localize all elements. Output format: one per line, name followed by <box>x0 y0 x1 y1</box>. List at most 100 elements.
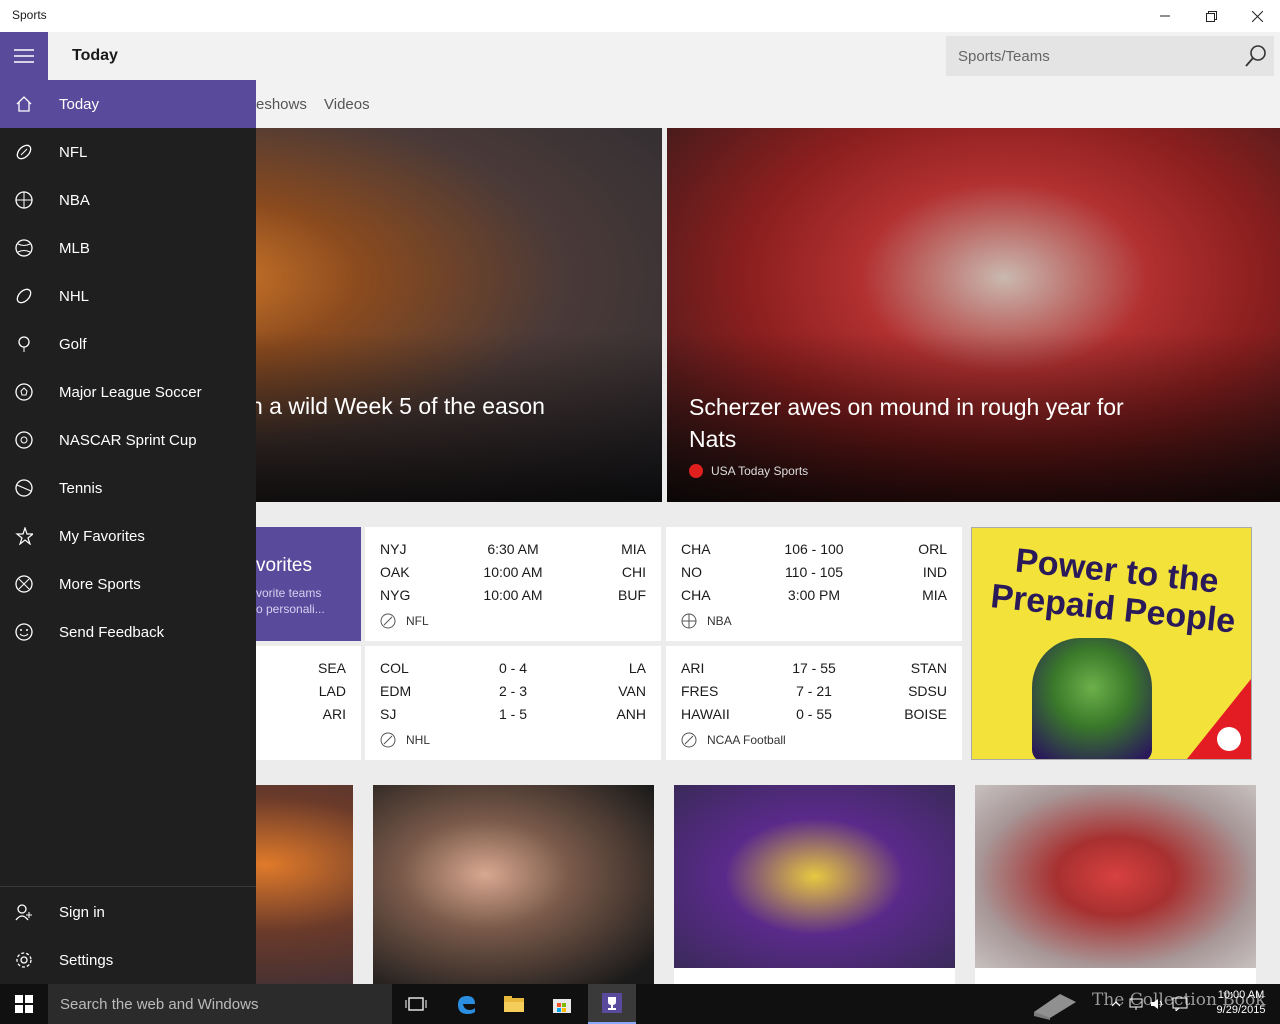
golf-icon <box>14 334 34 354</box>
scores-card-ncaa-football[interactable]: ARI 17 - 55 STAN FRES 7 - 21 SDSU HAWAII 0 - … <box>666 646 962 760</box>
store-button[interactable] <box>538 984 586 1024</box>
search-button[interactable] <box>1244 44 1268 68</box>
store-icon <box>553 999 571 1013</box>
feedback-icon <box>14 622 34 642</box>
volume-icon[interactable] <box>1150 997 1166 1011</box>
league-label: NCAA Football <box>681 732 786 748</box>
nav-item-more-sports[interactable]: More Sports <box>0 560 256 608</box>
ad-graphic <box>1032 638 1152 759</box>
taskbar: The Collection Book 10:00 AM 9/29/2015 <box>0 984 1280 1024</box>
favorites-subtitle-line: o personali... <box>256 602 325 616</box>
nascar-icon <box>14 430 34 450</box>
ad-text: Power to the Prepaid People <box>988 541 1238 641</box>
hero-headline[interactable]: Scherzer awes on mound in rough year for… <box>689 391 1129 455</box>
nav-label: Sign in <box>59 903 105 921</box>
close-icon <box>1251 10 1263 22</box>
advertisement[interactable]: Power to the Prepaid People <box>971 527 1252 760</box>
clock-time: 10:00 AM <box>1217 989 1265 1001</box>
system-tray <box>1110 984 1188 1024</box>
hero-headline[interactable]: n a wild Week 5 of the eason <box>250 390 630 422</box>
scores-card-nfl[interactable]: NYJ 6:30 AM MIA OAK 10:00 AM CHI NYG 10:00 AM… <box>365 527 661 641</box>
soccer-icon <box>14 382 34 402</box>
nav-item-golf[interactable]: Golf <box>0 320 256 368</box>
score-row: FRES 7 - 21 SDSU <box>681 683 947 699</box>
nav-label: Send Feedback <box>59 623 165 641</box>
story-thumbnail[interactable] <box>674 785 955 984</box>
file-explorer-button[interactable] <box>490 984 538 1024</box>
story-thumbnail[interactable] <box>975 785 1256 984</box>
score-row: CHA 106 - 100 ORL <box>681 541 947 557</box>
score-row: NYJ 6:30 AM MIA <box>380 541 646 557</box>
navigation-pane: Today NFL NBA MLB NHL Golf Major League … <box>0 80 256 984</box>
favorites-subtitle-line: vorite teams <box>256 586 322 600</box>
network-icon[interactable] <box>1128 997 1144 1011</box>
nav-label: MLB <box>59 239 90 257</box>
action-center-icon[interactable] <box>1172 997 1188 1011</box>
source-name: USA Today Sports <box>711 464 809 478</box>
nav-item-mlb[interactable]: MLB <box>0 224 256 272</box>
nav-item-send-feedback[interactable]: Send Feedback <box>0 608 256 656</box>
nav-item-my-favorites[interactable]: My Favorites <box>0 512 256 560</box>
score-row: HAWAII 0 - 55 BOISE <box>681 706 947 722</box>
scores-card-nba[interactable]: CHA 106 - 100 ORL NO 110 - 105 IND CHA 3:00 P… <box>666 527 962 641</box>
nav-item-tennis[interactable]: Tennis <box>0 464 256 512</box>
sports-app-button[interactable] <box>588 984 636 1024</box>
score-row: COL 0 - 4 LA <box>380 660 646 676</box>
start-button[interactable] <box>0 984 48 1024</box>
gear-icon <box>14 950 34 970</box>
hockey-icon <box>380 732 396 748</box>
score-row: EDM 2 - 3 VAN <box>380 683 646 699</box>
nav-item-mls[interactable]: Major League Soccer <box>0 368 256 416</box>
search-box <box>946 36 1274 76</box>
more-sports-icon <box>14 574 34 594</box>
nav-label: Today <box>59 95 100 113</box>
score-row: ARI 17 - 55 STAN <box>681 660 947 676</box>
task-view-icon <box>405 997 427 1011</box>
nav-label: More Sports <box>59 575 141 593</box>
task-view-button[interactable] <box>392 984 440 1024</box>
nav-item-today[interactable]: Today <box>0 80 256 128</box>
story-thumbnail[interactable] <box>373 785 654 984</box>
hero-source: USA Today Sports <box>689 464 808 478</box>
close-button[interactable] <box>1234 0 1280 32</box>
nav-item-nascar[interactable]: NASCAR Sprint Cup <box>0 416 256 464</box>
trophy-icon <box>602 993 622 1013</box>
nav-label: NFL <box>59 143 88 161</box>
league-label: NFL <box>380 613 429 629</box>
favorites-subtitle: vorite teams o personali... <box>256 585 325 617</box>
minimize-icon <box>1160 15 1170 17</box>
nav-item-nfl[interactable]: NFL <box>0 128 256 176</box>
taskbar-search-input[interactable] <box>48 984 392 1024</box>
windows-logo-icon <box>15 995 33 1013</box>
football-icon <box>14 142 34 162</box>
nav-label: Major League Soccer <box>59 383 202 401</box>
nav-label: Tennis <box>59 479 103 497</box>
nav-label: My Favorites <box>59 527 145 545</box>
edge-button[interactable] <box>442 984 490 1024</box>
football-icon <box>681 732 697 748</box>
restore-button[interactable] <box>1188 0 1234 32</box>
search-input[interactable] <box>946 36 1236 76</box>
scores-card-nhl[interactable]: COL 0 - 4 LA EDM 2 - 3 VAN SJ 1 - 5 ANH NHL <box>365 646 661 760</box>
nav-item-settings[interactable]: Settings <box>0 936 256 984</box>
nav-item-nba[interactable]: NBA <box>0 176 256 224</box>
clock-date: 9/29/2015 <box>1216 1004 1266 1016</box>
score-row: CHA 3:00 PM MIA <box>681 587 947 603</box>
chevron-up-icon[interactable] <box>1110 998 1122 1010</box>
hamburger-menu-button[interactable] <box>0 32 48 80</box>
football-icon <box>380 613 396 629</box>
score-row: NO 110 - 105 IND <box>681 564 947 580</box>
favorites-icon <box>14 526 34 546</box>
taskbar-clock[interactable]: 10:00 AM 9/29/2015 <box>1210 988 1272 1018</box>
tennis-icon <box>14 478 34 498</box>
nav-item-nhl[interactable]: NHL <box>0 272 256 320</box>
tab-slideshows[interactable]: eshows <box>256 96 307 113</box>
nav-label: NBA <box>59 191 90 209</box>
nav-item-sign-in[interactable]: Sign in <box>0 888 256 936</box>
league-label: NHL <box>380 732 430 748</box>
minimize-button[interactable] <box>1142 0 1188 32</box>
vodafone-logo-icon <box>1217 727 1241 751</box>
score-row: NYG 10:00 AM BUF <box>380 587 646 603</box>
hero-story-2[interactable]: Scherzer awes on mound in rough year for… <box>667 128 1280 502</box>
tab-videos[interactable]: Videos <box>324 96 370 113</box>
